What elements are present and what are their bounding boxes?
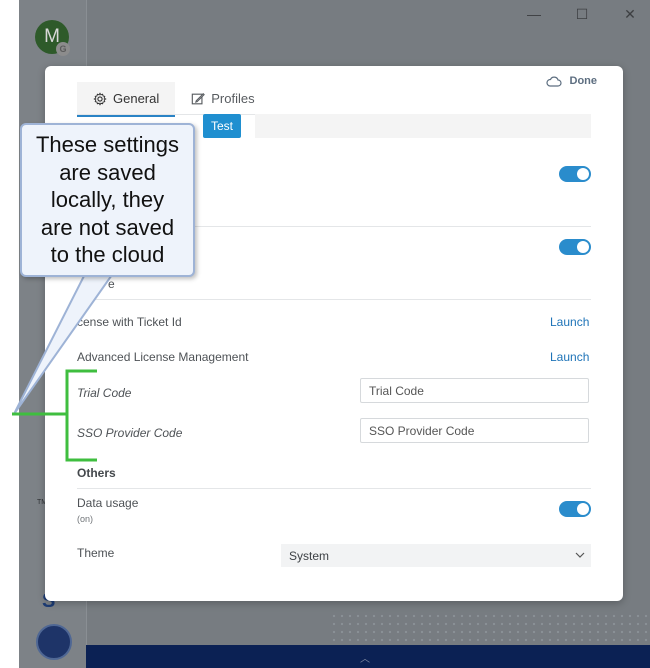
tab-profiles-label: Profiles bbox=[211, 91, 255, 106]
tab-general-label: General bbox=[113, 91, 160, 106]
callout-line: to the cloud bbox=[50, 242, 165, 267]
tab-general[interactable]: General bbox=[77, 82, 176, 117]
trial-code-input[interactable]: Trial Code bbox=[360, 378, 589, 403]
chevron-up-icon[interactable]: ︿ bbox=[360, 650, 370, 665]
divider bbox=[77, 299, 591, 300]
data-usage-status: (on) bbox=[77, 514, 94, 524]
others-section-title: Others bbox=[77, 466, 116, 480]
edit-icon bbox=[191, 92, 206, 104]
callout-line: locally, they bbox=[50, 187, 165, 212]
sso-provider-input[interactable]: SSO Provider Code bbox=[360, 418, 589, 443]
toggle-switch-1[interactable] bbox=[559, 166, 591, 182]
done-button[interactable]: Done bbox=[545, 75, 598, 87]
done-label: Done bbox=[569, 75, 598, 87]
callout-line: are saved bbox=[59, 159, 156, 185]
data-usage-toggle[interactable] bbox=[559, 501, 591, 517]
theme-select[interactable]: System bbox=[281, 544, 591, 567]
callout-text: These settings are saved locally, they a… bbox=[22, 131, 193, 269]
minimize-button[interactable]: — bbox=[524, 6, 544, 23]
app-logo-icon[interactable] bbox=[36, 624, 72, 660]
decorative-dots bbox=[330, 612, 650, 642]
callout-box: These settings are saved locally, they a… bbox=[20, 123, 195, 277]
top-field[interactable] bbox=[255, 114, 591, 138]
cloud-icon bbox=[545, 76, 562, 87]
partial-section-label: e bbox=[108, 277, 115, 291]
license-ticket-label: cense with Ticket Id bbox=[77, 315, 182, 329]
window-controls: — ☐ ✕ bbox=[524, 6, 640, 23]
test-badge: Test bbox=[203, 114, 241, 138]
launch-advanced-link[interactable]: Launch bbox=[550, 350, 589, 364]
google-badge-icon: G bbox=[56, 42, 70, 56]
callout-line: are not saved bbox=[40, 214, 175, 240]
advanced-license-label: Advanced License Management bbox=[77, 350, 249, 364]
divider bbox=[77, 488, 591, 489]
theme-label: Theme bbox=[77, 546, 115, 560]
theme-value: System bbox=[289, 549, 330, 563]
toggle-switch-2[interactable] bbox=[559, 239, 591, 255]
tab-bar: General Profiles bbox=[77, 82, 271, 117]
callout-line: These settings bbox=[35, 132, 180, 157]
tab-profiles[interactable]: Profiles bbox=[175, 82, 270, 115]
maximize-button[interactable]: ☐ bbox=[572, 6, 592, 23]
sso-provider-label: SSO Provider Code bbox=[77, 426, 183, 440]
launch-ticket-link[interactable]: Launch bbox=[550, 315, 589, 329]
close-button[interactable]: ✕ bbox=[620, 6, 640, 23]
trial-code-label: Trial Code bbox=[77, 386, 132, 400]
chevron-down-icon bbox=[575, 552, 585, 558]
data-usage-label: Data usage bbox=[77, 496, 139, 510]
gear-icon bbox=[93, 91, 107, 106]
